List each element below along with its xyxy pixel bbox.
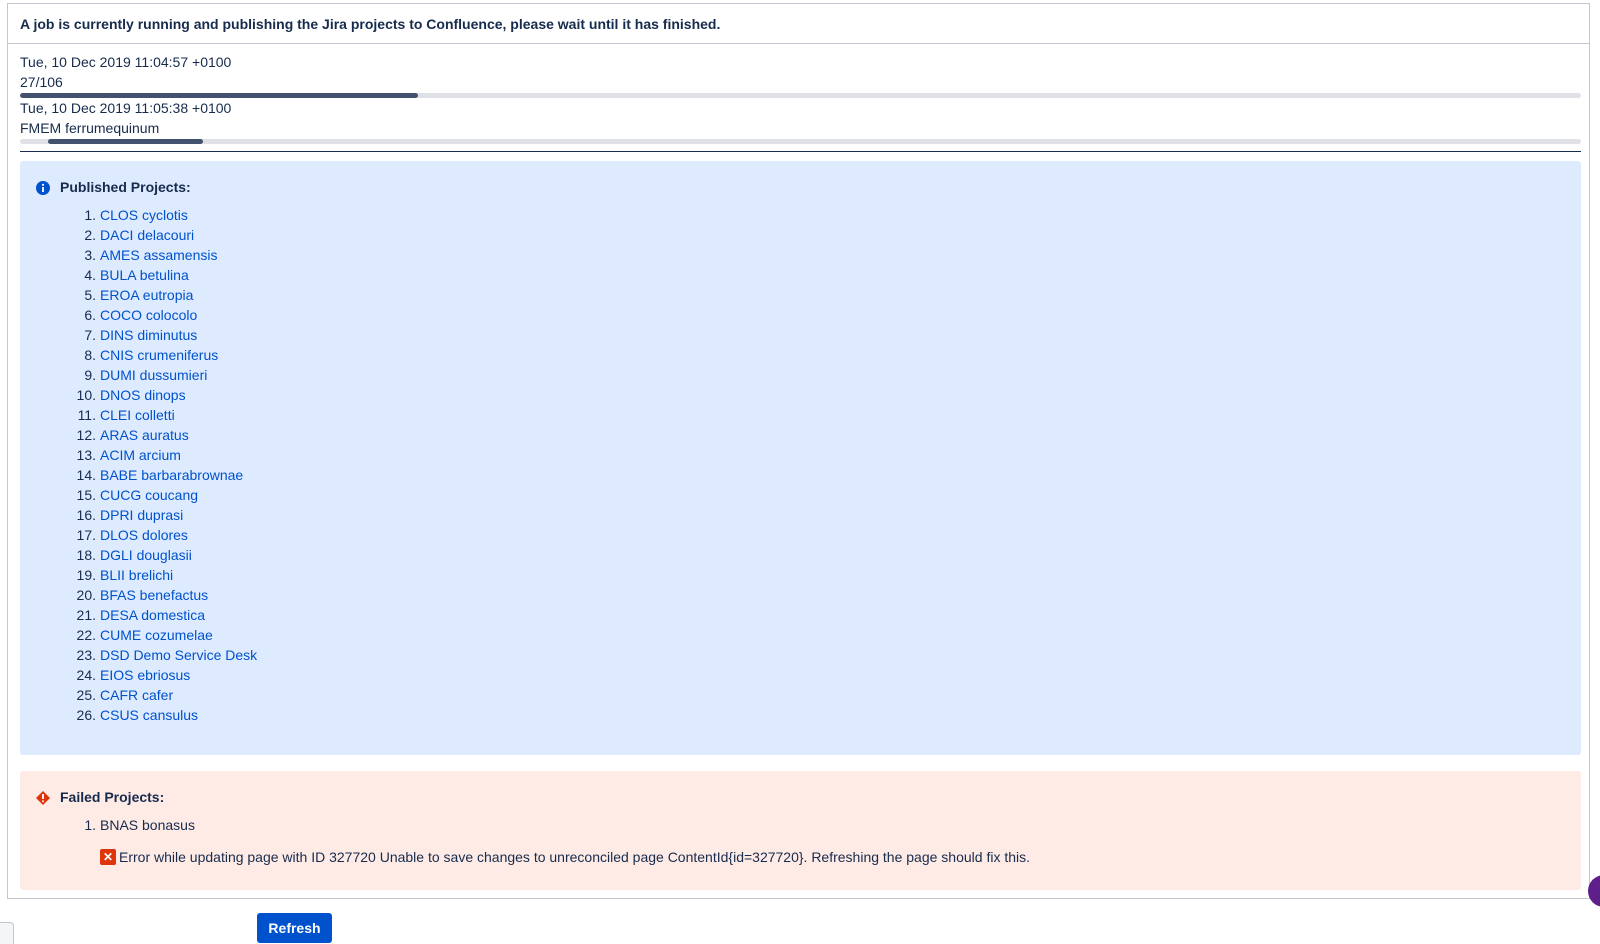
published-project-item: CNIS crumeniferus xyxy=(84,345,257,365)
current-time: Tue, 10 Dec 2019 11:05:38 +0100 xyxy=(20,100,232,116)
overall-progress-fill xyxy=(20,93,419,98)
published-project-item: ACIM arcium xyxy=(77,445,257,465)
failed-projects-title: Failed Projects: xyxy=(60,789,165,805)
published-project-item: DGLI douglasii xyxy=(77,545,257,565)
refresh-button[interactable]: Refresh xyxy=(257,913,332,943)
current-project: FMEM ferrumequinum xyxy=(20,120,160,136)
indeterminate-progress-fill xyxy=(48,139,203,144)
published-project-link[interactable]: COCO colocolo xyxy=(100,307,197,323)
published-project-link[interactable]: BFAS benefactus xyxy=(100,587,208,603)
published-project-item: DLOS dolores xyxy=(77,525,257,545)
published-project-item: CUCG coucang xyxy=(77,485,257,505)
published-projects-list: CLOS cyclotis DACI delacouri AMES assamens… xyxy=(60,205,258,725)
published-project-link[interactable]: DINS diminutus xyxy=(100,327,197,343)
published-project-item: ARAS auratus xyxy=(77,425,257,445)
current-project-progress-bar xyxy=(20,139,1581,144)
published-project-link[interactable]: DACI delacouri xyxy=(100,227,194,243)
failed-projects-list: BNAS bonasus xyxy=(60,815,195,835)
published-project-link[interactable]: CAFR cafer xyxy=(100,687,173,703)
published-project-item: AMES assamensis xyxy=(84,245,257,265)
published-project-link[interactable]: DSD Demo Service Desk xyxy=(100,647,257,663)
published-project-link[interactable]: EIOS ebriosus xyxy=(100,667,190,683)
job-start-time: Tue, 10 Dec 2019 11:04:57 +0100 xyxy=(20,54,232,70)
published-project-item: BFAS benefactus xyxy=(77,585,257,605)
error-x-icon: ✕ xyxy=(100,849,116,865)
error-message: Error while updating page with ID 327720… xyxy=(119,849,1031,865)
published-project-item: CLEI colletti xyxy=(78,405,257,425)
info-icon xyxy=(36,181,50,195)
warning-icon xyxy=(36,791,50,805)
published-project-item: BABE barbarabrownae xyxy=(77,465,257,485)
job-running-message: A job is currently running and publishin… xyxy=(8,4,1589,44)
sidebar-toggle-tab[interactable] xyxy=(0,922,14,944)
published-project-link[interactable]: EROA eutropia xyxy=(100,287,193,303)
published-project-link[interactable]: CUME cozumelae xyxy=(100,627,213,643)
published-project-link[interactable]: CSUS cansulus xyxy=(100,707,198,723)
published-project-link[interactable]: CUCG coucang xyxy=(100,487,198,503)
published-project-link[interactable]: DLOS dolores xyxy=(100,527,188,543)
published-project-link[interactable]: BLII brelichi xyxy=(100,567,173,583)
published-project-link[interactable]: CNIS crumeniferus xyxy=(100,347,218,363)
published-project-link[interactable]: ACIM arcium xyxy=(100,447,181,463)
published-project-item: DACI delacouri xyxy=(84,225,257,245)
published-project-link[interactable]: DNOS dinops xyxy=(100,387,186,403)
published-project-item: COCO colocolo xyxy=(84,305,257,325)
published-project-item: CSUS cansulus xyxy=(77,705,257,725)
published-project-item: DSD Demo Service Desk xyxy=(77,645,258,665)
published-project-item: EROA eutropia xyxy=(84,285,257,305)
published-project-item: DNOS dinops xyxy=(77,385,257,405)
published-project-item: DESA domestica xyxy=(77,605,257,625)
published-project-link[interactable]: DESA domestica xyxy=(100,607,205,623)
published-project-item: CLOS cyclotis xyxy=(84,205,257,225)
published-project-item: CUME cozumelae xyxy=(77,625,257,645)
published-project-item: EIOS ebriosus xyxy=(77,665,257,685)
failed-projects-message: Failed Projects: BNAS bonasus ✕ Error wh… xyxy=(20,771,1581,890)
published-project-item: CAFR cafer xyxy=(77,685,257,705)
published-projects-message: Published Projects: CLOS cyclotis DACI de… xyxy=(20,161,1581,755)
published-project-link[interactable]: ARAS auratus xyxy=(100,427,189,443)
published-project-link[interactable]: BABE barbarabrownae xyxy=(100,467,243,483)
job-status-panel: A job is currently running and publishin… xyxy=(7,3,1590,899)
published-projects-title: Published Projects: xyxy=(60,179,191,195)
failed-project-error: ✕ Error while updating page with ID 3277… xyxy=(100,849,1030,865)
published-project-item: DUMI dussumieri xyxy=(84,365,257,385)
published-project-link[interactable]: DGLI douglasii xyxy=(100,547,192,563)
published-project-item: DINS diminutus xyxy=(84,325,257,345)
published-project-item: DPRI duprasi xyxy=(77,505,257,525)
overall-progress-bar xyxy=(20,93,1581,98)
failed-project-label: BNAS bonasus xyxy=(100,817,195,833)
job-progress-count: 27/106 xyxy=(20,74,63,90)
published-project-item: BLII brelichi xyxy=(77,565,257,585)
published-project-link[interactable]: BULA betulina xyxy=(100,267,189,283)
published-project-link[interactable]: AMES assamensis xyxy=(100,247,217,263)
divider xyxy=(20,151,1581,152)
published-project-link[interactable]: CLOS cyclotis xyxy=(100,207,188,223)
published-project-link[interactable]: DPRI duprasi xyxy=(100,507,183,523)
published-project-item: BULA betulina xyxy=(84,265,257,285)
failed-project-item: BNAS bonasus xyxy=(84,815,195,835)
published-project-link[interactable]: DUMI dussumieri xyxy=(100,367,207,383)
published-project-link[interactable]: CLEI colletti xyxy=(100,407,175,423)
